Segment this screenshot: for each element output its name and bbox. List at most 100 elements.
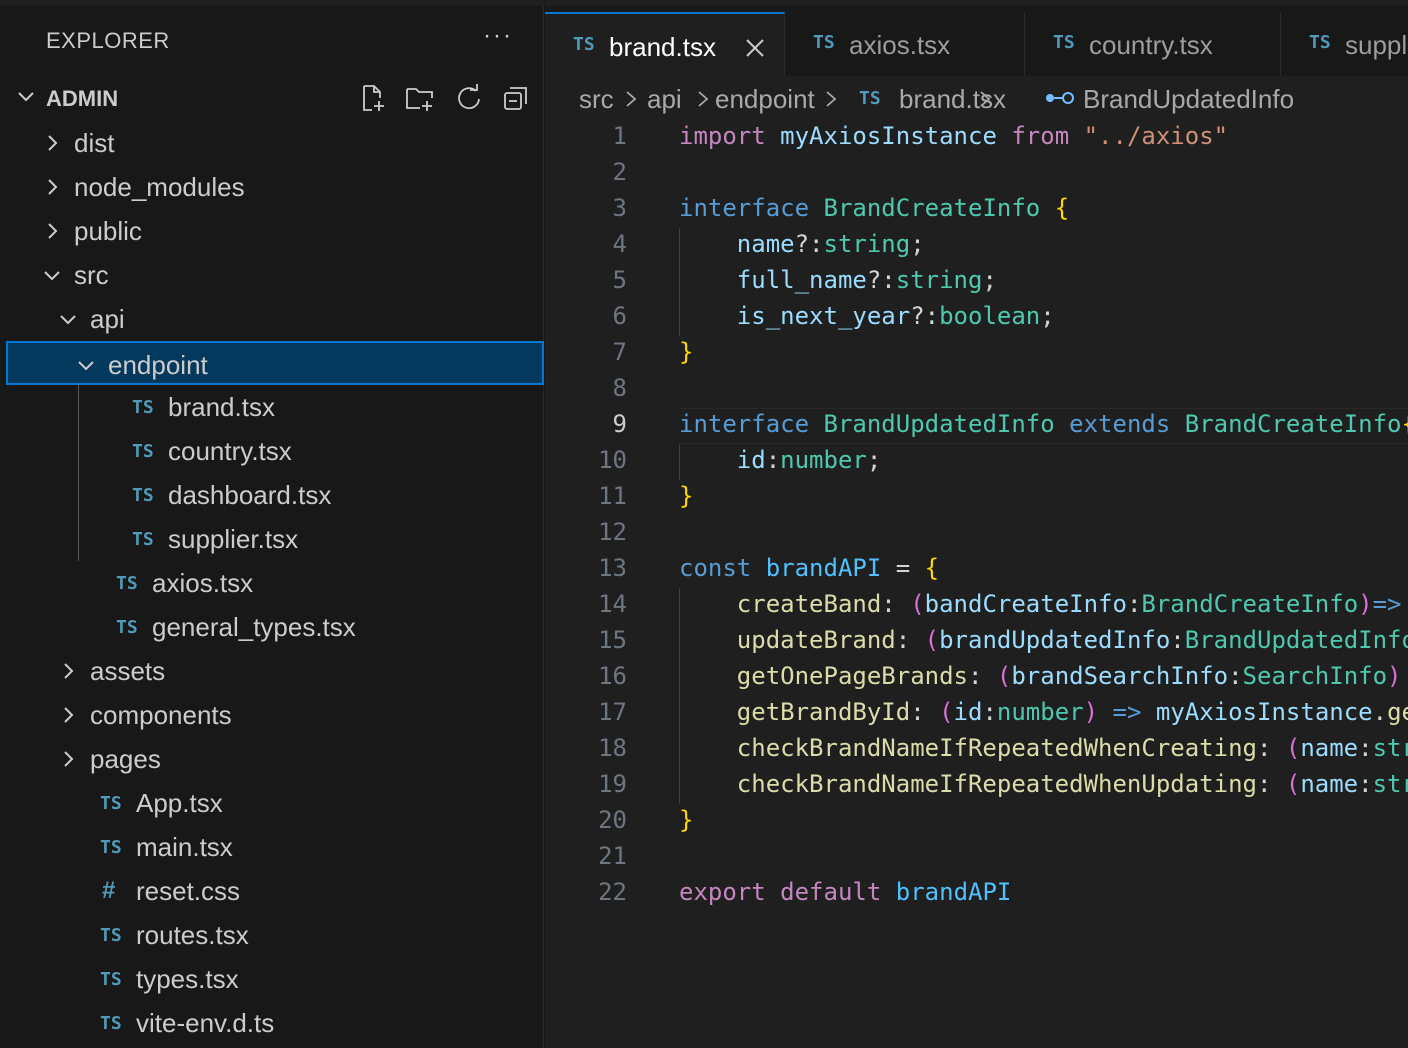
chevron-right-icon bbox=[980, 91, 991, 107]
tree-file-general-types-tsx[interactable]: TS general_types.tsx bbox=[6, 605, 544, 649]
tab-axios-tsx[interactable]: TS axios.tsx bbox=[785, 12, 1025, 82]
tree-folder-dist[interactable]: dist bbox=[6, 121, 544, 165]
tree-file-axios-tsx[interactable]: TS axios.tsx bbox=[6, 561, 544, 605]
code-token: brandUpdatedInfo bbox=[939, 626, 1171, 654]
code-token: bandCreateInfo bbox=[924, 590, 1127, 618]
refresh-icon[interactable] bbox=[452, 82, 484, 114]
tree-file-main-tsx[interactable]: TS main.tsx bbox=[6, 825, 544, 869]
tab-country-tsx[interactable]: TS country.tsx bbox=[1025, 12, 1281, 82]
new-file-icon[interactable] bbox=[356, 82, 388, 114]
breadcrumb-item[interactable]: endpoint bbox=[715, 84, 815, 115]
line-number: 1 bbox=[612, 122, 627, 150]
tree-folder-endpoint[interactable]: endpoint bbox=[6, 341, 544, 385]
tree-item-label: src bbox=[74, 260, 109, 290]
code-token: ; bbox=[910, 230, 925, 258]
chevron-right-icon bbox=[626, 91, 637, 107]
typescript-file-icon: TS bbox=[100, 969, 122, 990]
tree-folder-public[interactable]: public bbox=[6, 209, 544, 253]
code-line: import myAxiosInstance from "../axios" bbox=[679, 122, 1228, 150]
tree-folder-components[interactable]: components bbox=[6, 693, 544, 737]
more-actions-button[interactable]: ··· bbox=[483, 22, 513, 50]
tree-file-dashboard-tsx[interactable]: TS dashboard.tsx bbox=[6, 473, 544, 517]
tree-folder-assets[interactable]: assets bbox=[6, 649, 544, 693]
chevron-right-icon bbox=[48, 223, 58, 239]
code-token: ?: bbox=[866, 266, 896, 294]
chevron-right-icon bbox=[48, 179, 58, 195]
tree-folder-node-modules[interactable]: node_modules bbox=[6, 165, 544, 209]
code-token: createBand bbox=[736, 590, 882, 618]
chevron-down-icon bbox=[60, 315, 76, 325]
new-folder-icon[interactable] bbox=[404, 82, 436, 114]
tree-folder-api[interactable]: api bbox=[6, 297, 544, 341]
sidebar-top-border bbox=[0, 0, 544, 6]
workspace-section-header[interactable]: ADMIN bbox=[0, 76, 544, 120]
chevron-right-icon bbox=[64, 751, 74, 767]
tree-file-vite-env-d-ts[interactable]: TS vite-env.d.ts bbox=[6, 1001, 544, 1045]
tab-supplier-tsx[interactable]: TS supplier.tsx bbox=[1281, 12, 1408, 82]
code-token: ?: bbox=[794, 230, 824, 258]
tree-file-reset-css[interactable]: # reset.css bbox=[6, 869, 544, 913]
code-token: interface bbox=[679, 194, 810, 222]
code-token: { bbox=[924, 554, 940, 582]
tree-folder-src[interactable]: src bbox=[6, 253, 544, 297]
tree-file-country-tsx[interactable]: TS country.tsx bbox=[6, 429, 544, 473]
code-token: BrandCreateInfo bbox=[1141, 590, 1359, 618]
code-line: full_name?:string; bbox=[679, 266, 997, 294]
code-token: : bbox=[765, 446, 781, 474]
tree-item-label: types.tsx bbox=[136, 964, 239, 994]
line-number: 8 bbox=[612, 374, 627, 402]
code-line: } bbox=[679, 338, 693, 366]
breadcrumb-item[interactable]: src bbox=[579, 84, 614, 115]
code-token: getBrandById bbox=[736, 698, 911, 726]
code-token: string bbox=[1372, 770, 1408, 798]
tree-item-label: vite-env.d.ts bbox=[136, 1008, 275, 1038]
code-token: : bbox=[881, 590, 896, 618]
breadcrumb-item[interactable]: BrandUpdatedInfo bbox=[1083, 84, 1294, 115]
code-token: : bbox=[1126, 590, 1142, 618]
tree-file-types-tsx[interactable]: TS types.tsx bbox=[6, 957, 544, 1001]
tab-brand-tsx[interactable]: TS brand.tsx bbox=[545, 12, 785, 82]
code-token: brandSearchInfo bbox=[1011, 662, 1229, 690]
tab-label: country.tsx bbox=[1089, 30, 1213, 60]
typescript-file-icon: TS bbox=[100, 1013, 122, 1034]
code-token: string bbox=[823, 230, 911, 258]
chevron-down-icon bbox=[18, 92, 34, 102]
tree-file-app-tsx[interactable]: TS App.tsx bbox=[6, 781, 544, 825]
chevron-right-icon bbox=[64, 663, 74, 679]
close-icon[interactable] bbox=[743, 36, 767, 60]
tree-folder-pages[interactable]: pages bbox=[6, 737, 544, 781]
code-token: ; bbox=[982, 266, 997, 294]
code-token: ( bbox=[996, 662, 1012, 690]
breadcrumb-item[interactable]: api bbox=[647, 84, 682, 115]
explorer-sidebar: EXPLORER ··· ADMIN dist node_modules publi… bbox=[0, 0, 544, 1048]
interface-symbol-icon bbox=[1046, 92, 1074, 104]
code-token: number bbox=[996, 698, 1084, 726]
line-number: 21 bbox=[598, 842, 627, 870]
tree-item-label: public bbox=[74, 216, 142, 246]
code-token: } bbox=[679, 806, 694, 834]
code-editor[interactable]: 1 import myAxiosInstance from "../axios" 2… bbox=[545, 120, 1408, 1048]
code-token: brandAPI bbox=[895, 878, 1012, 906]
collapse-all-icon[interactable] bbox=[500, 82, 532, 114]
typescript-file-icon: TS bbox=[1309, 32, 1331, 53]
tree-item-label: endpoint bbox=[108, 350, 208, 380]
typescript-file-icon: TS bbox=[132, 397, 154, 418]
code-token: checkBrandNameIfRepeatedWhenUpdating bbox=[736, 770, 1257, 798]
code-token: } bbox=[679, 338, 694, 366]
line-number: 14 bbox=[598, 590, 627, 618]
tree-file-routes-tsx[interactable]: TS routes.tsx bbox=[6, 913, 544, 957]
tree-file-brand-tsx[interactable]: TS brand.tsx bbox=[6, 385, 544, 429]
code-token: ) bbox=[1358, 590, 1373, 618]
tree-file-supplier-tsx[interactable]: TS supplier.tsx bbox=[6, 517, 544, 561]
chevron-right-icon bbox=[64, 707, 74, 723]
